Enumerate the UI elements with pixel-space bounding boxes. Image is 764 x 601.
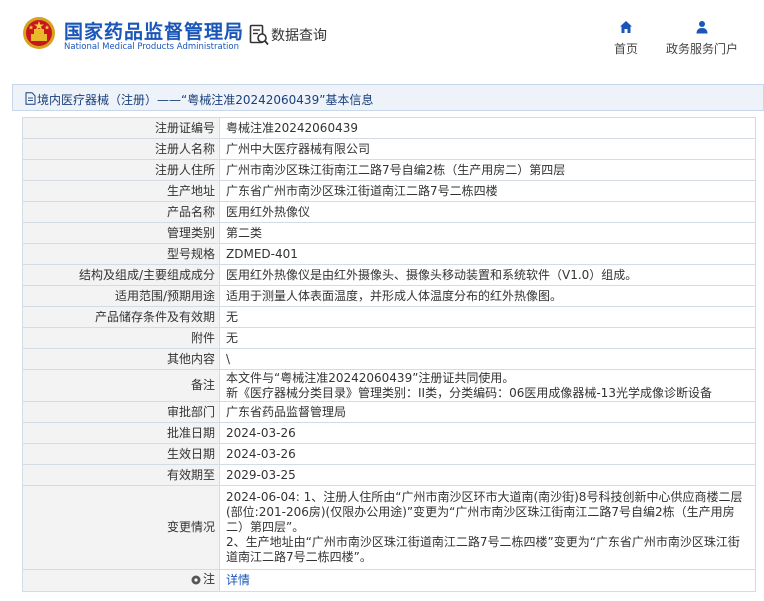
pin-icon (191, 575, 201, 585)
data-query-icon[interactable] (249, 24, 269, 46)
field-label: 生效日期 (22, 443, 220, 465)
nav-service-portal[interactable]: 政务服务门户 (662, 20, 742, 57)
table-row: 审批部门 广东省药品监督管理局 (22, 401, 756, 423)
field-label: 有效期至 (22, 464, 220, 486)
table-row: 备注 本文件与“粤械注准20242060439”注册证共同使用。 新《医疗器械分… (22, 369, 756, 402)
remark-line-2: 新《医疗器械分类目录》管理类别：II类，分类编码：06医用成像器械-13光学成像… (226, 385, 712, 400)
change-line-2: 2、生产地址由“广州市南沙区珠江街道南江二路7号二栋四楼”变更为“广东省广州市南… (226, 535, 740, 564)
table-row: 生效日期 2024-03-26 (22, 443, 756, 465)
field-label: 注 (22, 569, 220, 592)
field-value: 粤械注准20242060439 (219, 117, 756, 139)
field-label: 生产地址 (22, 180, 220, 202)
table-row: 产品储存条件及有效期 无 (22, 306, 756, 328)
field-value: 第二类 (219, 222, 756, 244)
table-row: 注 详情 (22, 569, 756, 592)
field-value: 广东省广州市南沙区珠江街道南江二路7号二栋四楼 (219, 180, 756, 202)
field-label: 结构及组成/主要组成成分 (22, 264, 220, 286)
home-icon (620, 21, 632, 33)
field-label: 适用范围/预期用途 (22, 285, 220, 307)
field-value: 无 (219, 327, 756, 349)
remark-line-1: 本文件与“粤械注准20242060439”注册证共同使用。 (226, 370, 515, 385)
table-row: 注册人名称 广州中大医疗器械有限公司 (22, 138, 756, 160)
change-line-1: 2024-06-04: 1、注册人住所由“广州市南沙区环市大道南(南沙街)8号科… (226, 490, 743, 534)
note-key-label: 注 (202, 572, 215, 587)
table-row: 结构及组成/主要组成成分 医用红外热像仪是由红外摄像头、摄像头移动装置和系统软件… (22, 264, 756, 286)
table-row: 注册证编号 粤械注准20242060439 (22, 117, 756, 139)
field-value: 广州市南沙区珠江街南江二路7号自编2栋（生产用房二）第四层 (219, 159, 756, 181)
table-row: 生产地址 广东省广州市南沙区珠江街道南江二路7号二栋四楼 (22, 180, 756, 202)
field-label: 注册证编号 (22, 117, 220, 139)
field-value: 适用于测量人体表面温度，并形成人体温度分布的红外热像图。 (219, 285, 756, 307)
field-value: 2029-03-25 (219, 464, 756, 486)
table-row: 产品名称 医用红外热像仪 (22, 201, 756, 223)
field-label: 变更情况 (22, 485, 220, 570)
field-label: 注册人住所 (22, 159, 220, 181)
user-icon (696, 21, 708, 34)
nav-home[interactable]: 首页 (608, 20, 644, 57)
registration-info-table: 注册证编号 粤械注准20242060439 注册人名称 广州中大医疗器械有限公司… (22, 117, 756, 592)
table-row: 附件 无 (22, 327, 756, 349)
table-row: 变更情况 2024-06-04: 1、注册人住所由“广州市南沙区环市大道南(南沙… (22, 485, 756, 570)
site-title-en: National Medical Products Administration (64, 42, 239, 52)
field-label: 管理类别 (22, 222, 220, 244)
field-label: 批准日期 (22, 422, 220, 444)
field-value: 2024-06-04: 1、注册人住所由“广州市南沙区环市大道南(南沙街)8号科… (219, 485, 756, 570)
table-row: 型号规格 ZDMED-401 (22, 243, 756, 265)
field-value: 详情 (219, 569, 756, 592)
table-row: 管理类别 第二类 (22, 222, 756, 244)
site-title-cn: 国家药品监督管理局 (64, 21, 245, 43)
table-row: 其他内容 \ (22, 348, 756, 370)
note-key: 注 (191, 572, 215, 587)
field-value: 医用红外热像仪 (219, 201, 756, 223)
details-link[interactable]: 详情 (226, 573, 250, 587)
nav-portal-label: 政务服务门户 (665, 42, 738, 56)
field-label: 型号规格 (22, 243, 220, 265)
field-label: 备注 (22, 369, 220, 402)
field-value: 广东省药品监督管理局 (219, 401, 756, 423)
field-value: \ (219, 348, 756, 370)
table-row: 有效期至 2029-03-25 (22, 464, 756, 486)
breadcrumb-text: 境内医疗器械（注册）——“粤械注准20242060439”基本信息 (37, 93, 374, 107)
field-label: 产品名称 (22, 201, 220, 223)
field-label: 其他内容 (22, 348, 220, 370)
national-emblem-icon (23, 17, 55, 49)
document-icon (25, 92, 36, 105)
nav-home-label: 首页 (613, 42, 638, 56)
field-value: 医用红外热像仪是由红外摄像头、摄像头移动装置和系统软件（V1.0）组成。 (219, 264, 756, 286)
field-value: ZDMED-401 (219, 243, 756, 265)
table-row: 适用范围/预期用途 适用于测量人体表面温度，并形成人体温度分布的红外热像图。 (22, 285, 756, 307)
table-row: 批准日期 2024-03-26 (22, 422, 756, 444)
field-value: 本文件与“粤械注准20242060439”注册证共同使用。 新《医疗器械分类目录… (219, 369, 756, 402)
field-value: 无 (219, 306, 756, 328)
field-label: 产品储存条件及有效期 (22, 306, 220, 328)
field-label: 审批部门 (22, 401, 220, 423)
breadcrumb: 境内医疗器械（注册）——“粤械注准20242060439”基本信息 (12, 84, 764, 111)
data-query-link[interactable]: 数据查询 (271, 25, 327, 45)
field-value: 广州中大医疗器械有限公司 (219, 138, 756, 160)
field-label: 注册人名称 (22, 138, 220, 160)
field-value: 2024-03-26 (219, 422, 756, 444)
field-value: 2024-03-26 (219, 443, 756, 465)
field-label: 附件 (22, 327, 220, 349)
table-row: 注册人住所 广州市南沙区珠江街南江二路7号自编2栋（生产用房二）第四层 (22, 159, 756, 181)
site-header: 国家药品监督管理局 National Medical Products Admi… (0, 0, 764, 72)
